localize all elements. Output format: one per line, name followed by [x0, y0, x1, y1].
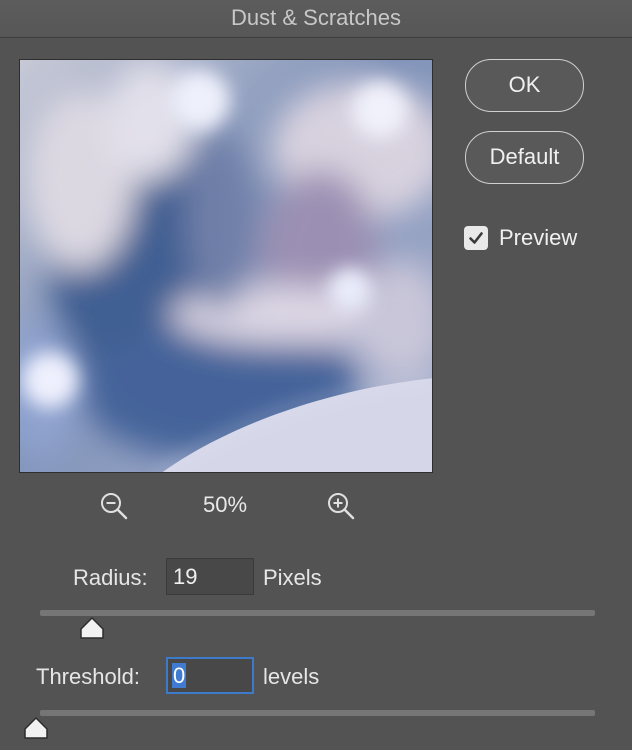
- checkmark-icon[interactable]: [464, 226, 488, 250]
- default-button[interactable]: Default: [465, 131, 584, 184]
- threshold-unit: levels: [263, 664, 320, 689]
- radius-unit: Pixels: [263, 565, 322, 590]
- zoom-out-icon[interactable]: [99, 491, 129, 521]
- preview-label: Preview: [499, 225, 578, 250]
- threshold-slider-track[interactable]: [40, 710, 595, 716]
- threshold-value: 0: [172, 663, 187, 688]
- ok-button[interactable]: OK: [465, 59, 584, 112]
- preview-image[interactable]: [19, 59, 433, 473]
- threshold-input[interactable]: 0: [166, 657, 254, 694]
- radius-slider-track[interactable]: [40, 610, 595, 616]
- radius-label: Radius:: [73, 565, 148, 590]
- radius-input[interactable]: 19: [166, 558, 254, 595]
- radius-slider-thumb[interactable]: [79, 616, 105, 640]
- dialog-title: Dust & Scratches: [0, 0, 632, 38]
- threshold-label: Threshold:: [36, 664, 140, 689]
- zoom-level: 50%: [202, 492, 248, 517]
- zoom-in-icon[interactable]: [326, 491, 356, 521]
- threshold-slider-thumb[interactable]: [23, 716, 49, 740]
- preview-checkbox[interactable]: Preview: [464, 225, 577, 251]
